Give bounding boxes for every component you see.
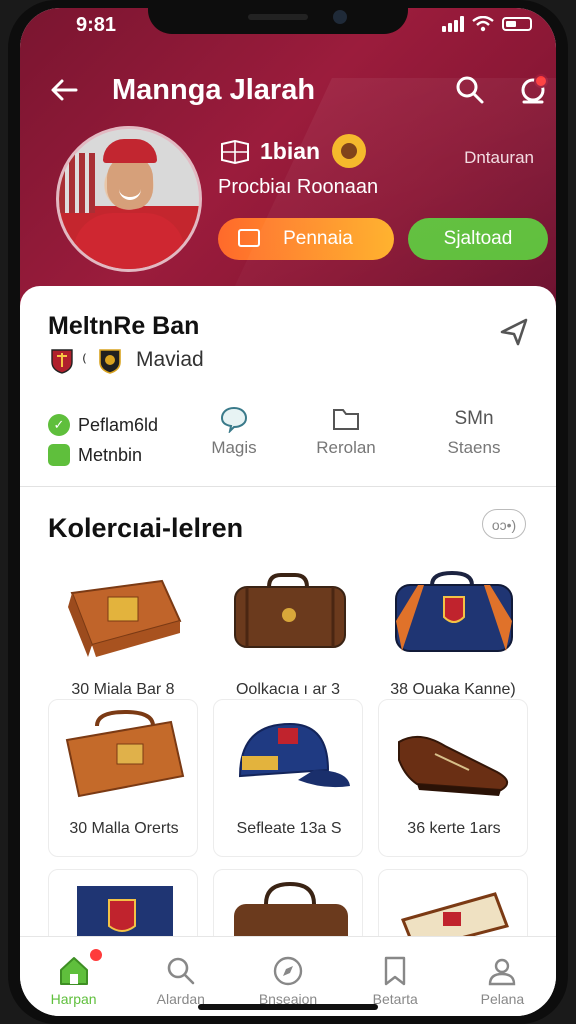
satchel-bag-icon — [65, 709, 185, 798]
sports-duffel-bag-icon — [395, 570, 513, 652]
profile-header: 9:81 Mannga Jlarah 1bian Dntauran Procbi… — [20, 8, 556, 308]
check-icon: ✓ — [48, 414, 70, 436]
secondary-action-button[interactable]: Sjaltoad — [408, 218, 548, 260]
compass-icon — [273, 956, 303, 986]
stat-magis-label: Magis — [211, 438, 257, 457]
stat-performance-label: Peflam6ld — [78, 414, 159, 435]
user-icon — [489, 958, 516, 986]
collection-item[interactable]: Sefleate 13a S — [213, 699, 363, 857]
club-crest-icon — [99, 349, 121, 374]
tab-badge — [88, 947, 104, 963]
collection-item-label: 30 Miala Bar 8 — [71, 681, 175, 698]
club-separator: ⁽ — [82, 352, 87, 374]
avatar-shirt — [73, 213, 185, 269]
collection-item[interactable]: Oolkacıa ı ar 3 — [213, 561, 363, 719]
collection-section: Kolercıai-lelren oɔ•) 30 Miala Bar 8 Ool… — [20, 487, 556, 950]
collection-item[interactable]: 30 Malla Orerts — [48, 699, 198, 857]
tab-home[interactable]: Harpan — [20, 937, 127, 1016]
screen: 9:81 Mannga Jlarah 1bian Dntauran Procbi… — [20, 8, 556, 1016]
profile-name: MeltnRe Ban — [48, 312, 200, 340]
phone-frame: 9:81 Mannga Jlarah 1bian Dntauran Procbi… — [8, 0, 568, 1024]
stat-row-members: Metnbin — [48, 444, 142, 466]
back-arrow-icon[interactable] — [46, 72, 82, 108]
stat-magis[interactable]: Magis — [184, 404, 284, 458]
primary-action-label: Pennaia — [283, 228, 353, 249]
lock-icon — [48, 444, 70, 466]
stat-rerolan-label: Rerolan — [316, 438, 376, 457]
speaker — [248, 14, 308, 20]
home-indicator[interactable] — [198, 1004, 378, 1010]
chat-bubble-icon — [220, 406, 248, 433]
tab-profile[interactable]: Pelana — [449, 937, 556, 1016]
search-icon[interactable] — [452, 72, 488, 108]
secondary-action-label: Sjaltoad — [443, 228, 513, 249]
top-bar: Mannga Jlarah — [20, 64, 556, 114]
folder-icon — [333, 409, 359, 430]
battery-icon — [502, 17, 532, 31]
wifi-icon — [472, 16, 494, 32]
collection-item-label: Sefleate 13a S — [236, 820, 342, 837]
baseball-cap-icon — [238, 722, 350, 788]
avatar[interactable] — [56, 126, 202, 272]
leather-shoes-icon — [398, 735, 508, 796]
profile-card: MeltnRe Ban ⁽ Maviad ✓ Peflam6ld Metnbin — [20, 286, 556, 486]
tab-profile-label: Pelana — [480, 991, 525, 1007]
medal-icon — [332, 134, 366, 168]
tab-home-label: Harpan — [50, 991, 97, 1007]
stat-rerolan[interactable]: Rerolan — [296, 404, 396, 458]
player-name: 1bian — [260, 138, 321, 164]
share-icon[interactable] — [498, 316, 530, 348]
avatar-face — [107, 157, 153, 209]
player-subtitle: Procbiaı Roonaan — [218, 176, 379, 198]
leather-bag-icon — [68, 579, 182, 657]
front-camera — [333, 10, 347, 24]
notification-button[interactable] — [516, 72, 552, 108]
more-options-button[interactable]: oɔ•) — [482, 509, 526, 539]
status-icons — [442, 16, 532, 32]
stat-staens-label: Staens — [447, 438, 501, 457]
stat-staens-value: SMn — [454, 408, 494, 429]
collection-item-label: Oolkacıa ı ar 3 — [235, 681, 341, 698]
notification-dot — [534, 74, 548, 88]
status-time: 9:81 — [76, 14, 117, 36]
collection-item[interactable]: 36 kerte 1ars — [378, 699, 528, 857]
stadium-background — [59, 153, 95, 213]
briefcase-icon — [234, 573, 346, 648]
avatar-cap — [103, 139, 157, 163]
collection-title: Kolercıai-lelren — [48, 513, 244, 543]
collection-item[interactable]: 30 Miala Bar 8 — [48, 561, 198, 719]
primary-action-button[interactable]: Pennaia — [218, 218, 394, 260]
club-name[interactable]: Maviad — [136, 348, 204, 372]
collection-item-label: 30 Malla Orerts — [69, 820, 179, 837]
stat-members-label: Metnbin — [78, 444, 143, 465]
stat-staens[interactable]: SMn Staens — [424, 404, 524, 458]
signal-icon — [442, 16, 464, 32]
collection-item-label: 36 kerte 1ars — [407, 820, 501, 837]
search-icon — [167, 957, 195, 985]
bell-icon — [521, 78, 545, 104]
club-badge-icon — [51, 349, 73, 374]
home-icon — [59, 957, 88, 985]
bookmark-icon — [385, 956, 406, 986]
stat-row-performance: ✓ Peflam6ld — [48, 414, 158, 436]
collection-item-label: 38 Ouaka Kanne) — [390, 681, 516, 698]
app-title: Mannga Jlarah — [112, 74, 316, 106]
league-label[interactable]: Dntauran — [464, 148, 534, 168]
ticket-icon — [238, 229, 260, 247]
flag-icon — [221, 140, 249, 164]
collection-item[interactable]: 38 Ouaka Kanne) — [378, 561, 528, 719]
